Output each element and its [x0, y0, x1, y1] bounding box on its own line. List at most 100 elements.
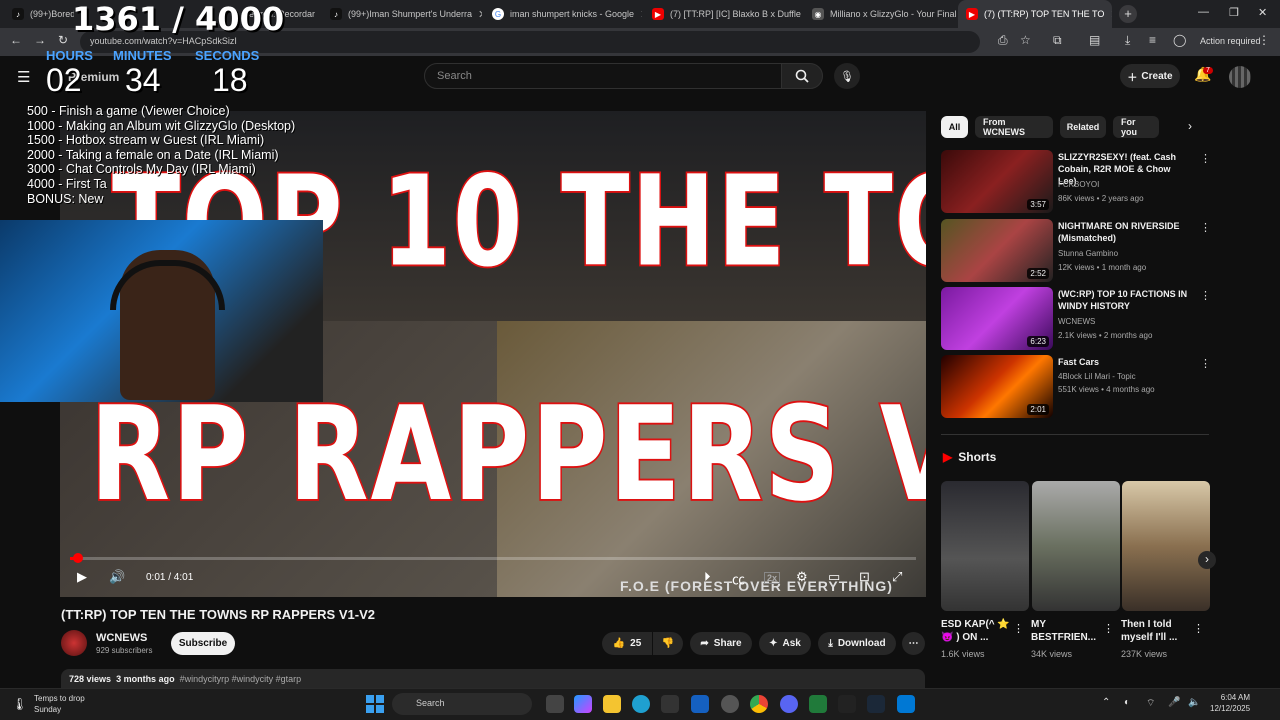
browser-tab[interactable]: Giman shumpert knicks - Google✕: [484, 0, 642, 28]
miniplayer-icon[interactable]: ▭: [828, 569, 840, 585]
divider: [941, 434, 1209, 435]
voice-search-button[interactable]: 🎙: [834, 63, 860, 89]
chip-related[interactable]: Related: [1060, 116, 1106, 138]
close-icon[interactable]: ✕: [1110, 8, 1112, 21]
video-thumbnail[interactable]: 2:52: [941, 219, 1053, 282]
recommended-channel: Stunna Gambino: [1058, 249, 1119, 258]
volume-icon[interactable]: 🔊: [109, 569, 125, 585]
share-button[interactable]: ➦ Share: [690, 632, 752, 655]
profile-icon[interactable]: ◯: [1173, 33, 1186, 47]
chip-for-you[interactable]: For you: [1113, 116, 1159, 138]
cast-icon[interactable]: ⊡: [859, 569, 870, 585]
chevron-right-icon[interactable]: ›: [1188, 119, 1192, 133]
store-icon[interactable]: [661, 695, 679, 713]
video-thumbnail[interactable]: 6:23: [941, 287, 1053, 350]
menu-dots-icon[interactable]: ⋮: [1258, 33, 1270, 47]
speaker-icon[interactable]: 🔈: [1188, 697, 1200, 708]
mic-tray-icon[interactable]: 🎤: [1168, 697, 1180, 708]
seconds-value: 18: [212, 62, 248, 98]
new-tab-button[interactable]: +: [1119, 5, 1137, 23]
more-dots-icon[interactable]: ⋮: [1013, 622, 1024, 635]
browser-tab[interactable]: ◉Milliano x GlizzyGlo - Your Final✕: [804, 0, 956, 28]
channel-name[interactable]: WCNEWS: [96, 632, 147, 644]
more-actions-button[interactable]: ⋯: [902, 632, 925, 655]
copilot-icon[interactable]: [574, 695, 592, 713]
sidebar-icon[interactable]: ▤: [1089, 33, 1100, 47]
close-window-icon[interactable]: ✕: [1258, 6, 1267, 19]
chrome-icon[interactable]: [750, 695, 768, 713]
minimize-icon[interactable]: —: [1198, 6, 1209, 18]
short-thumbnail[interactable]: [1122, 481, 1210, 611]
xbox-icon[interactable]: [809, 695, 827, 713]
maximize-icon[interactable]: ❐: [1229, 6, 1239, 19]
more-dots-icon[interactable]: ⋮: [1193, 622, 1204, 635]
like-button[interactable]: 👍 25: [602, 632, 652, 655]
playback-speed-badge[interactable]: 2x: [764, 572, 781, 584]
channel-avatar[interactable]: [61, 630, 87, 656]
network-icon[interactable]: ◐: [1124, 697, 1130, 708]
action-required-button[interactable]: Action required: [1200, 36, 1261, 46]
wifi-icon[interactable]: ⌔: [1146, 697, 1155, 710]
globe-icon: ◉: [812, 8, 824, 20]
play-icon[interactable]: ▶: [77, 569, 87, 585]
video-progress-bar[interactable]: [70, 553, 916, 563]
search-input[interactable]: Search: [424, 63, 782, 89]
short-thumbnail[interactable]: [941, 481, 1029, 611]
system-clock[interactable]: 6:04 AM 12/12/2025: [1210, 692, 1250, 714]
more-dots-icon[interactable]: ⋮: [1103, 622, 1114, 635]
video-thumbnail[interactable]: 3:57: [941, 150, 1053, 213]
dislike-button[interactable]: 👎: [653, 632, 683, 655]
recommended-video[interactable]: 2:52 NIGHTMARE ON RIVERSIDE (Mismatched)…: [941, 219, 1211, 283]
recommended-video[interactable]: 2:01 Fast Cars 4Block Lil Mari - Topic 5…: [941, 355, 1211, 419]
shorts-next-button[interactable]: ›: [1198, 551, 1216, 569]
discord-icon[interactable]: [780, 695, 798, 713]
windows-start-icon[interactable]: [366, 695, 384, 713]
file-explorer-icon[interactable]: [603, 695, 621, 713]
tray-chevron-icon[interactable]: ⌃: [1102, 697, 1110, 708]
recommended-video[interactable]: 3:57 SLIZZYR2SEXY! (feat. Cash Cobain, R…: [941, 150, 1211, 214]
app-icon[interactable]: [897, 695, 915, 713]
extensions-icon[interactable]: ⧉: [1053, 33, 1062, 48]
thumbs-up-icon: 👍: [612, 638, 626, 649]
download-button[interactable]: ⤓ Download: [818, 632, 896, 655]
steam-icon[interactable]: [867, 695, 885, 713]
outlook-icon[interactable]: [691, 695, 709, 713]
search-button[interactable]: [781, 63, 823, 89]
more-dots-icon[interactable]: ⋮: [1200, 152, 1211, 165]
more-dots-icon[interactable]: ⋮: [1200, 221, 1211, 234]
weather-widget[interactable]: Temps to drop Sunday: [34, 693, 85, 715]
download-icon[interactable]: ⤓: [1125, 33, 1130, 48]
short-thumbnail[interactable]: [1032, 481, 1120, 611]
stream-overlay: 1361 / 4000 HOURS 02 MINUTES 34 SECONDS …: [0, 0, 320, 220]
video-watermark: F.O.E (FOREST OVER EVERYTHING): [620, 578, 893, 594]
hours-value: 02: [46, 62, 82, 98]
video-thumbnail[interactable]: 2:01: [941, 355, 1053, 418]
browser-tab[interactable]: ♪(99+)Iman Shumpert's Underra✕: [322, 0, 482, 28]
bookmark-star-icon[interactable]: ☆: [1020, 33, 1031, 47]
browser-tab[interactable]: ▶(7) [TT:RP] [IC] Blaxko B x Duffle✕: [644, 0, 802, 28]
settings-gear-icon[interactable]: ⚙: [796, 569, 808, 585]
ask-button[interactable]: ✦ Ask: [759, 632, 811, 655]
chip-all[interactable]: All: [941, 116, 968, 138]
close-icon[interactable]: ✕: [640, 8, 642, 21]
capcut-icon[interactable]: [838, 695, 856, 713]
edge-icon[interactable]: [632, 695, 650, 713]
subscribe-button[interactable]: Subscribe: [171, 632, 235, 655]
more-dots-icon[interactable]: ⋮: [1200, 357, 1211, 370]
chip-from-wcnews[interactable]: From WCNEWS: [975, 116, 1053, 138]
close-icon[interactable]: ✕: [478, 8, 482, 21]
hashtags[interactable]: #windycityrp #windycity #gtarp: [180, 674, 302, 684]
media-icon[interactable]: ≡: [1149, 33, 1156, 47]
more-dots-icon[interactable]: ⋮: [1200, 289, 1211, 302]
create-button[interactable]: ＋ Create: [1120, 64, 1180, 88]
taskbar-search[interactable]: Search: [392, 693, 532, 715]
app-icon[interactable]: [721, 695, 739, 713]
fullscreen-icon[interactable]: ⤢: [892, 569, 902, 585]
captions-icon[interactable]: ㏄: [732, 569, 745, 588]
recommended-video[interactable]: 6:23 (WC:RP) TOP 10 FACTIONS IN WINDY HI…: [941, 287, 1211, 351]
autoplay-toggle[interactable]: ⏵: [704, 569, 711, 585]
account-avatar[interactable]: [1229, 66, 1251, 88]
browser-tab-active[interactable]: ▶(7) (TT:RP) TOP TEN THE TO✕: [958, 0, 1112, 28]
task-view-icon[interactable]: [546, 695, 564, 713]
install-icon[interactable]: ⎙: [998, 33, 1008, 48]
